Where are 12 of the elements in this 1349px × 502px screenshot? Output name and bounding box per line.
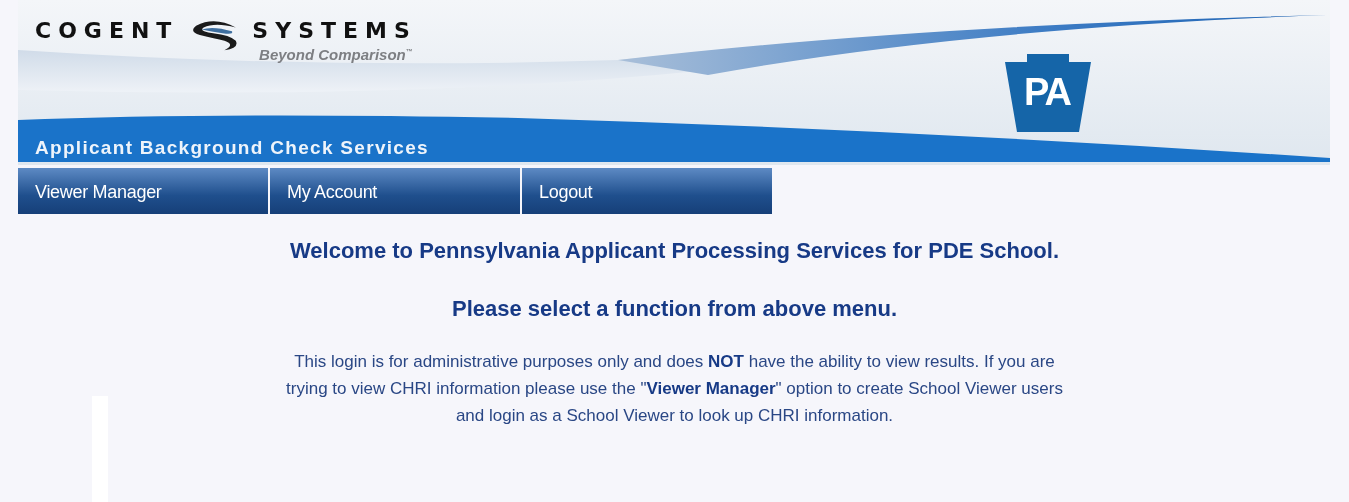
heading: Welcome to Pennsylvania Applicant Processing Services for PDE School. — [290, 238, 1059, 264]
brand-name: SYSTEMS — [252, 18, 417, 44]
heading: Please select a function from above menu. — [452, 296, 897, 322]
tagline: Beyond Comparison$^{™}$ — [259, 45, 413, 63]
site-title: Applicant Background Check Services — [34, 137, 429, 160]
brand-name: COGENT — [35, 18, 179, 44]
notice-paragraph: This login is for administrative purposes only and does NOT have the ability to view results. If you are trying to view CHRI information please use the "Viewer Manager" option to create School Viewer users and login as a School Viewer to look up CHRI information. — [285, 351, 1064, 427]
menu-item[interactable]: Logout — [522, 168, 772, 214]
keystone-icon — [1005, 54, 1091, 132]
menu-item[interactable]: Viewer Manager — [18, 168, 268, 214]
menu-item[interactable]: My Account — [270, 168, 520, 214]
state-abbreviation: PA — [1024, 72, 1070, 112]
